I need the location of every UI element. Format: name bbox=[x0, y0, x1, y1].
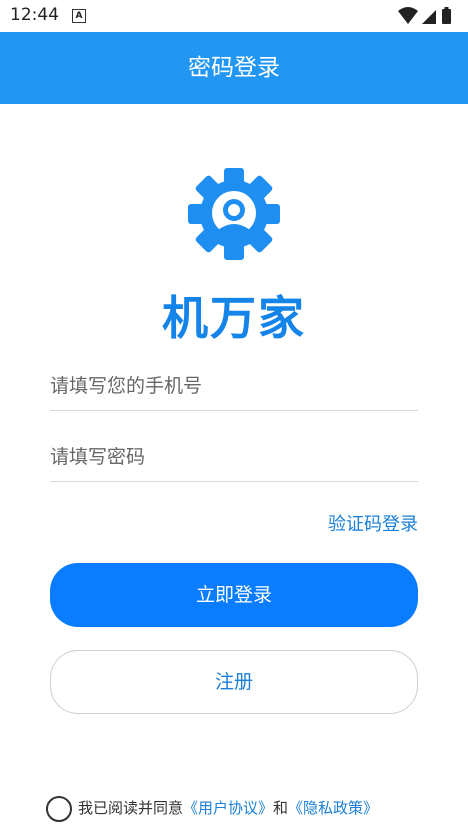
agreement-conjunction: 和 bbox=[273, 799, 289, 817]
wifi-icon bbox=[398, 7, 418, 24]
privacy-policy-link[interactable]: 《隐私政策》 bbox=[288, 799, 378, 817]
phone-input[interactable] bbox=[50, 362, 418, 411]
notification-icon: A bbox=[72, 9, 86, 23]
battery-icon bbox=[442, 9, 451, 24]
status-bar: 12:44 A bbox=[0, 0, 468, 32]
gear-logo-icon bbox=[188, 168, 280, 260]
page-title: 密码登录 bbox=[188, 55, 280, 81]
register-button[interactable]: 注册 bbox=[50, 650, 418, 714]
signal-icon bbox=[422, 10, 436, 24]
status-icons bbox=[398, 7, 451, 24]
app-bar: 密码登录 bbox=[0, 32, 468, 104]
agreement-checkbox[interactable] bbox=[46, 795, 72, 822]
brand-name: 机万家 bbox=[162, 291, 306, 345]
agreement-row: 我已阅读并同意《用户协议》和《隐私政策》 bbox=[46, 795, 378, 822]
user-agreement-link[interactable]: 《用户协议》 bbox=[183, 799, 273, 817]
code-login-link[interactable]: 验证码登录 bbox=[328, 510, 418, 536]
password-input[interactable] bbox=[50, 433, 418, 482]
login-button[interactable]: 立即登录 bbox=[50, 563, 418, 627]
agreement-prefix: 我已阅读并同意 bbox=[78, 799, 184, 817]
status-time: 12:44 bbox=[10, 5, 59, 25]
